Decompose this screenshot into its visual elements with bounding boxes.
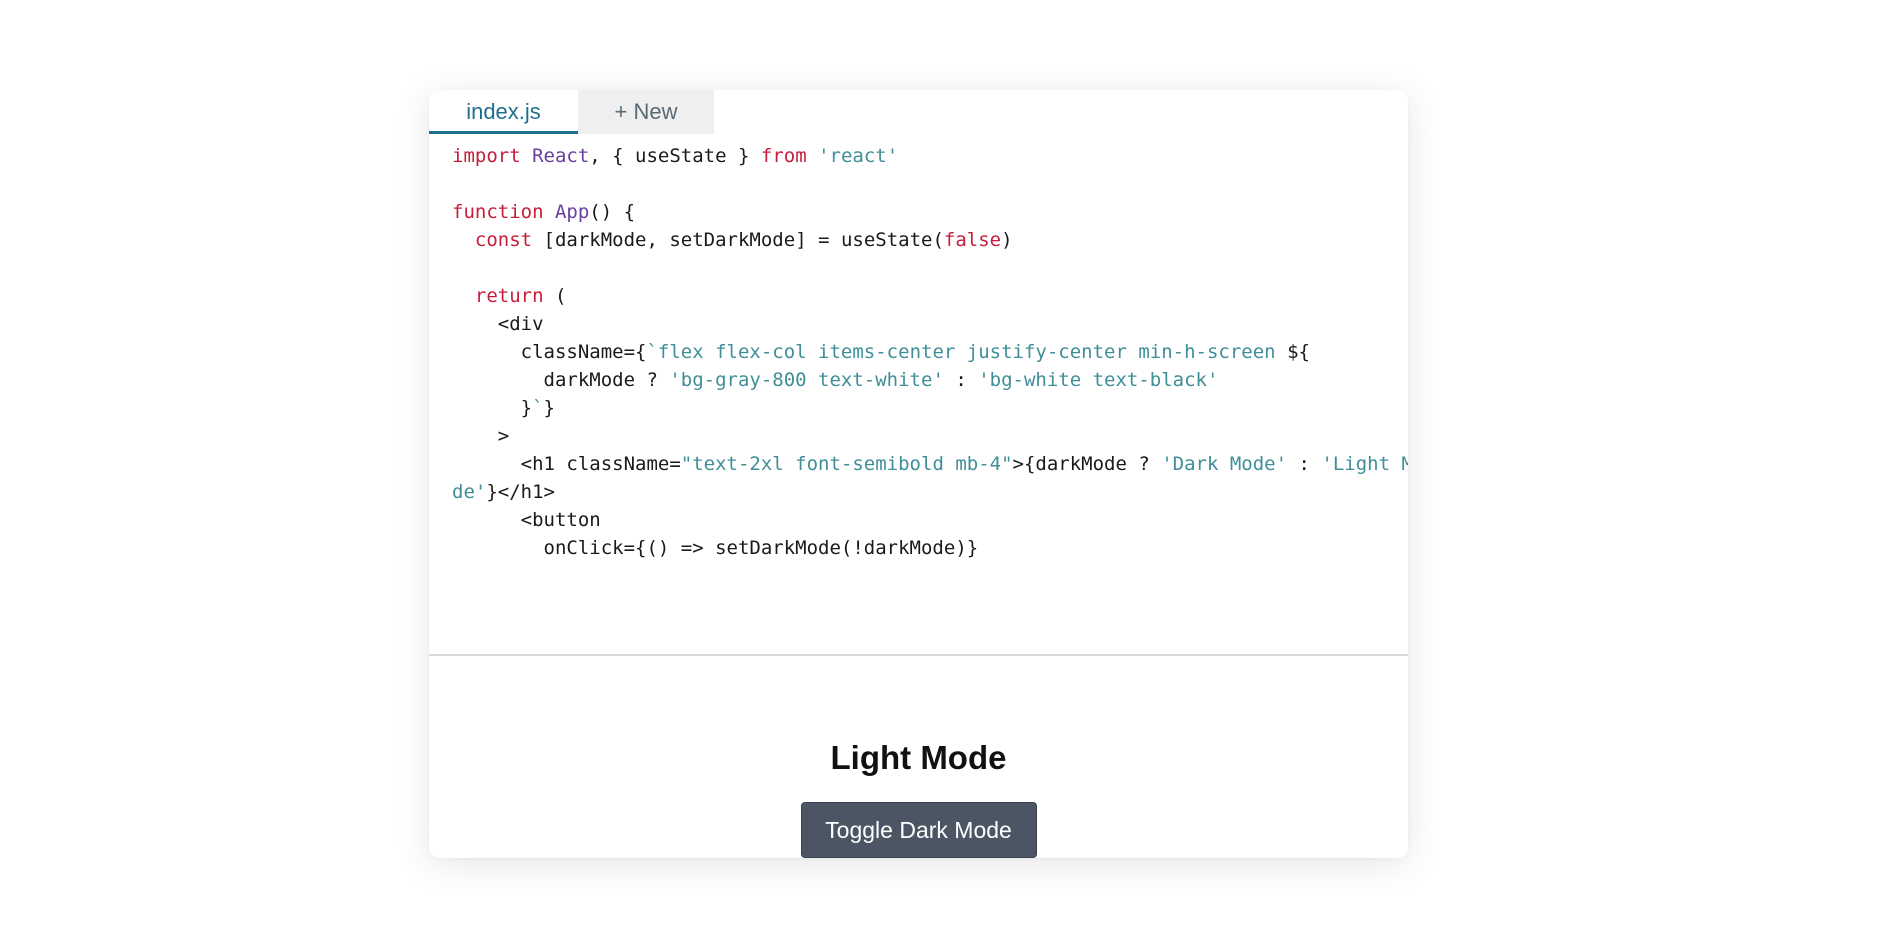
code-token: ) [1001,229,1013,251]
code-token: React [532,145,590,167]
code-token: ` [532,397,544,419]
code-token: [darkMode, setDarkMode] = useState( [532,229,944,251]
code-token: : [943,369,979,391]
code-line: return ( [452,282,1408,310]
code-token: >{darkMode ? [1012,453,1162,475]
code-token: de' [452,481,487,503]
code-token: <button [452,509,601,531]
code-line: darkMode ? 'bg-gray-800 text-white' : 'b… [452,366,1408,394]
preview-heading: Light Mode [830,739,1007,776]
code-editor[interactable]: import React, { useState } from 'react' f… [429,142,1408,654]
code-token: `flex flex-col items-center justify-cent… [646,341,1288,363]
code-token: , { useState } [589,145,761,167]
code-line: import React, { useState } from 'react' [452,142,1408,170]
code-token: <h1 className= [452,453,681,475]
code-token: } [543,397,555,419]
tab-index-js[interactable]: index.js [429,90,578,134]
code-token: 'Light Mo [1321,453,1408,475]
code-line: <div [452,310,1408,338]
code-line: de'}</h1> [452,478,1408,506]
code-line: }`} [452,394,1408,422]
code-line: onClick={() => setDarkMode(!darkMode)} [452,534,1408,562]
code-token: 'Dark Mode' [1161,453,1288,475]
code-token: } [452,397,533,419]
code-token: App [554,201,590,223]
code-token: "text-2xl font-semibold mb-4" [680,453,1013,475]
code-line: > [452,422,1408,450]
code-line: <button [452,506,1408,534]
code-token: () { [589,201,636,223]
code-token: return [474,285,544,307]
code-line: function App() { [452,198,1408,226]
code-line: className={`flex flex-col items-center j… [452,338,1408,366]
code-line: const [darkMode, setDarkMode] = useState… [452,226,1408,254]
code-token: import [452,145,521,167]
code-token: function [452,201,544,223]
code-token: 'react' [818,145,899,167]
code-token: <div [452,313,544,335]
code-token: const [474,229,533,251]
new-file-tab-button[interactable]: + New [578,90,714,134]
code-token: darkMode ? [452,369,670,391]
code-token: from [760,145,807,167]
code-playground-card: index.js + New import React, { useState … [429,90,1408,858]
file-tab-bar: index.js + New [429,90,1408,134]
code-token: ( [543,285,567,307]
code-token: onClick={() => setDarkMode(!darkMode)} [452,537,979,559]
code-token: 'bg-white text-black' [978,369,1219,391]
code-token: ${ [1287,341,1310,363]
code-token: false [943,229,1002,251]
code-token: 'bg-gray-800 text-white' [669,369,944,391]
preview-pane: Light Mode Toggle Dark Mode [429,656,1408,858]
code-token: className={ [452,341,647,363]
code-token: }</h1> [486,481,555,503]
code-token: > [452,425,510,447]
code-line: <h1 className="text-2xl font-semibold mb… [452,450,1408,478]
code-token: : [1287,453,1322,475]
toggle-dark-mode-button[interactable]: Toggle Dark Mode [800,802,1037,858]
